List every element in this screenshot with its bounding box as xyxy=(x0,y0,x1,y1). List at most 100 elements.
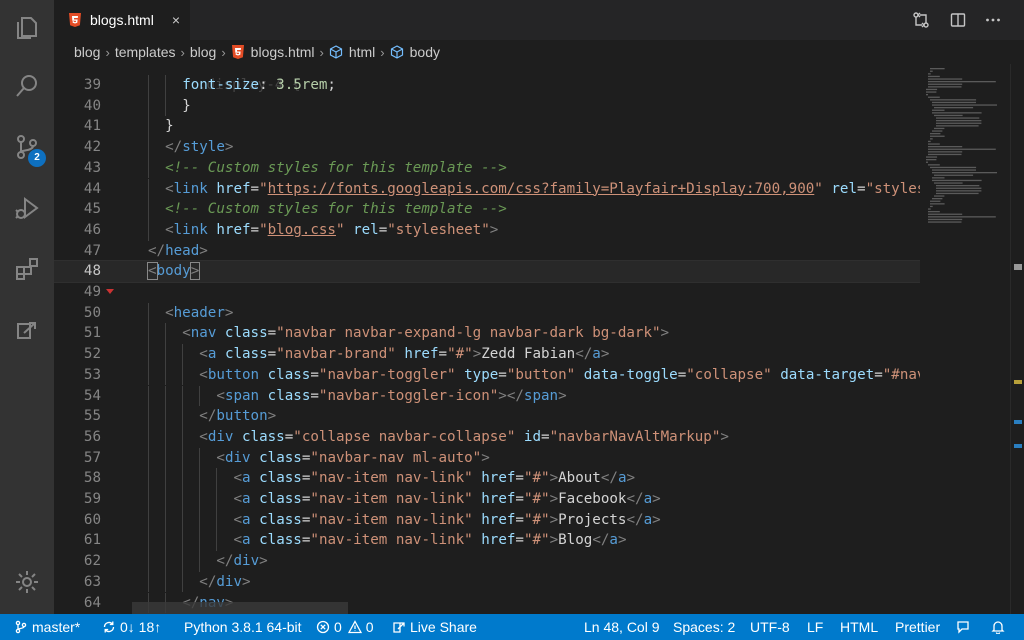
minimap-line xyxy=(926,159,937,161)
breadcrumb-item-blog[interactable]: blog xyxy=(74,44,100,60)
horizontal-scrollbar[interactable] xyxy=(132,602,348,614)
chevron-right-icon: › xyxy=(105,44,110,60)
minimap-line xyxy=(928,221,962,223)
breadcrumb-item-templates[interactable]: templates xyxy=(115,44,176,60)
more-actions-icon[interactable] xyxy=(982,9,1004,31)
minimap-line xyxy=(928,78,963,80)
source-control-icon[interactable]: 2 xyxy=(0,122,54,172)
code-editor[interactable]: .display-4 { 39 font-size: 3.5rem; 40} 41} 4… xyxy=(54,64,920,614)
explorer-icon[interactable] xyxy=(0,3,54,53)
close-icon[interactable]: × xyxy=(172,11,180,29)
code-line[interactable]: 60 <a class="nav-item nav-link" href="#">… xyxy=(54,509,920,531)
code-line[interactable]: 55 </button> xyxy=(54,406,920,427)
live-share-status[interactable]: Live Share xyxy=(392,614,477,640)
code-line[interactable]: 50 <header> xyxy=(54,302,920,324)
indent-guide xyxy=(148,509,149,531)
tab-label: blogs.html xyxy=(90,12,154,28)
line-number: 53 xyxy=(83,366,101,383)
code-line[interactable]: 59 <a class="nav-item nav-link" href="#">… xyxy=(54,489,920,510)
python-interpreter[interactable]: Python 3.8.1 64-bit xyxy=(184,614,302,640)
breadcrumb-item-file[interactable]: blogs.html xyxy=(251,44,315,60)
code-line[interactable]: 52 <a class="navbar-brand" href="#">Zedd … xyxy=(54,344,920,365)
code-line[interactable]: 39 font-size: 3.5rem; xyxy=(54,75,920,96)
minimap-line xyxy=(928,153,962,156)
code-line[interactable]: 41} xyxy=(54,116,920,138)
code-line[interactable]: 49 xyxy=(54,282,920,303)
indent-guide xyxy=(165,406,167,427)
code-line[interactable]: 46 <link href="blog.css" rel="stylesheet"… xyxy=(54,219,920,241)
vertical-scrollbar[interactable] xyxy=(1010,64,1024,614)
branch-status[interactable]: master* xyxy=(14,614,80,640)
code-text: <link href="blog.css" rel="stylesheet"> xyxy=(165,221,499,238)
code-line[interactable]: 56 <div class="collapse navbar-collapse" … xyxy=(54,426,920,448)
run-debug-icon[interactable] xyxy=(0,183,54,233)
problems-status[interactable]: 0 0 xyxy=(316,614,374,640)
minimap-line xyxy=(930,205,933,208)
code-text: <body> xyxy=(147,262,201,281)
minimap-line xyxy=(934,182,963,184)
code-line[interactable]: 61 <a class="nav-item nav-link" href="#">… xyxy=(54,530,920,552)
formatter-status[interactable]: Prettier xyxy=(895,614,940,640)
indent-guide xyxy=(165,426,167,448)
breadcrumb-item-html[interactable]: html xyxy=(349,44,375,60)
code-line[interactable]: 53 <button class="navbar-toggler" type="b… xyxy=(54,364,920,386)
breadcrumb-item-body[interactable]: body xyxy=(410,44,440,60)
code-text: </style> xyxy=(165,139,234,156)
code-line[interactable]: 47 </head> xyxy=(54,241,920,262)
code-text: <button class="navbar-toggler" type="but… xyxy=(199,366,920,383)
language-mode[interactable]: HTML xyxy=(840,614,878,640)
minimap[interactable] xyxy=(920,64,1010,614)
minimap-line xyxy=(930,70,933,72)
code-line[interactable]: 40} xyxy=(54,95,920,117)
eol-status[interactable]: LF xyxy=(807,614,823,640)
line-number: 63 xyxy=(83,573,101,590)
encoding-status[interactable]: UTF-8 xyxy=(750,614,790,640)
indent-guide xyxy=(148,178,149,200)
line-number: 43 xyxy=(83,159,101,176)
line-number: 41 xyxy=(83,118,101,135)
minimap-line xyxy=(932,101,976,104)
feedback-icon[interactable] xyxy=(956,614,974,640)
code-line[interactable]: 43 <!-- Custom styles for this template -… xyxy=(54,157,920,179)
code-line[interactable]: 58 <a class="nav-item nav-link" href="#">… xyxy=(54,468,920,489)
minimap-line xyxy=(928,151,963,153)
code-line[interactable]: 48 <body> xyxy=(54,260,920,283)
sync-status[interactable]: 0↓ 18↑ xyxy=(102,614,161,640)
scroll-marker xyxy=(1014,380,1022,384)
code-line[interactable]: 51 <nav class="navbar navbar-expand-lg na… xyxy=(54,323,920,345)
minimap-line xyxy=(928,143,940,145)
code-line[interactable]: 57 <div class="navbar-nav ml-auto"> xyxy=(54,447,920,469)
minimap-line xyxy=(936,185,980,187)
search-icon[interactable] xyxy=(0,61,54,111)
gear-icon[interactable] xyxy=(0,557,54,607)
tab-blogs-html[interactable]: blogs.html × xyxy=(54,0,190,40)
minimap-line xyxy=(932,169,976,171)
live-share-icon xyxy=(393,622,405,633)
split-editor-icon[interactable] xyxy=(947,9,969,31)
code-line[interactable]: 44 <link href="https://fonts.googleapis.c… xyxy=(54,178,920,200)
code-text: <div class="navbar-nav ml-auto"> xyxy=(216,449,490,466)
minimap-line xyxy=(930,99,977,101)
minimap-line xyxy=(926,91,937,93)
cursor-position[interactable]: Ln 48, Col 9 xyxy=(584,614,660,640)
code-line[interactable]: 62 </div> xyxy=(54,551,920,572)
notifications-bell-icon[interactable] xyxy=(991,614,1009,640)
indent-guide xyxy=(148,447,149,469)
indent-guide xyxy=(148,468,149,489)
indent-guide xyxy=(182,385,184,407)
extensions-icon[interactable] xyxy=(0,244,54,294)
indent-guide xyxy=(199,447,201,469)
code-text: <a class="navbar-brand" href="#">Zedd Fa… xyxy=(199,346,610,363)
breadcrumb-item-blog-folder[interactable]: blog xyxy=(190,44,216,60)
code-line[interactable]: 54 <span class="navbar-toggler-icon"></sp… xyxy=(54,385,920,407)
indent-guide xyxy=(182,530,184,552)
line-number: 60 xyxy=(83,511,101,528)
live-share-icon[interactable] xyxy=(0,305,54,355)
indent-guide xyxy=(165,447,167,469)
git-branch-icon xyxy=(15,620,27,634)
indentation-status[interactable]: Spaces: 2 xyxy=(673,614,735,640)
code-line[interactable]: 42 </style> xyxy=(54,137,920,158)
code-line[interactable]: 63 </div> xyxy=(54,571,920,593)
code-line[interactable]: 45 <!-- Custom styles for this template -… xyxy=(54,199,920,220)
open-changes-icon[interactable] xyxy=(910,9,932,31)
